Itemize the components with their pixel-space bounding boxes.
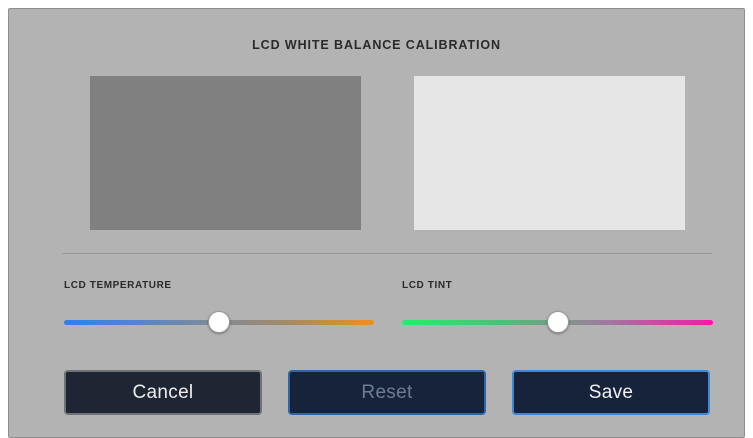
temperature-slider-thumb[interactable] — [208, 311, 230, 333]
reset-button[interactable]: Reset — [288, 370, 486, 415]
cancel-button[interactable]: Cancel — [64, 370, 262, 415]
save-button[interactable]: Save — [512, 370, 710, 415]
gray-reference-swatch — [90, 76, 361, 230]
temperature-slider-label: LCD TEMPERATURE — [64, 280, 172, 291]
divider — [62, 253, 712, 254]
tint-slider-label: LCD TINT — [402, 280, 453, 291]
white-reference-swatch — [414, 76, 685, 230]
dialog-title: LCD WHITE BALANCE CALIBRATION — [252, 38, 501, 52]
tint-slider-thumb[interactable] — [547, 311, 569, 333]
calibration-dialog: LCD WHITE BALANCE CALIBRATION LCD TEMPER… — [8, 8, 745, 438]
